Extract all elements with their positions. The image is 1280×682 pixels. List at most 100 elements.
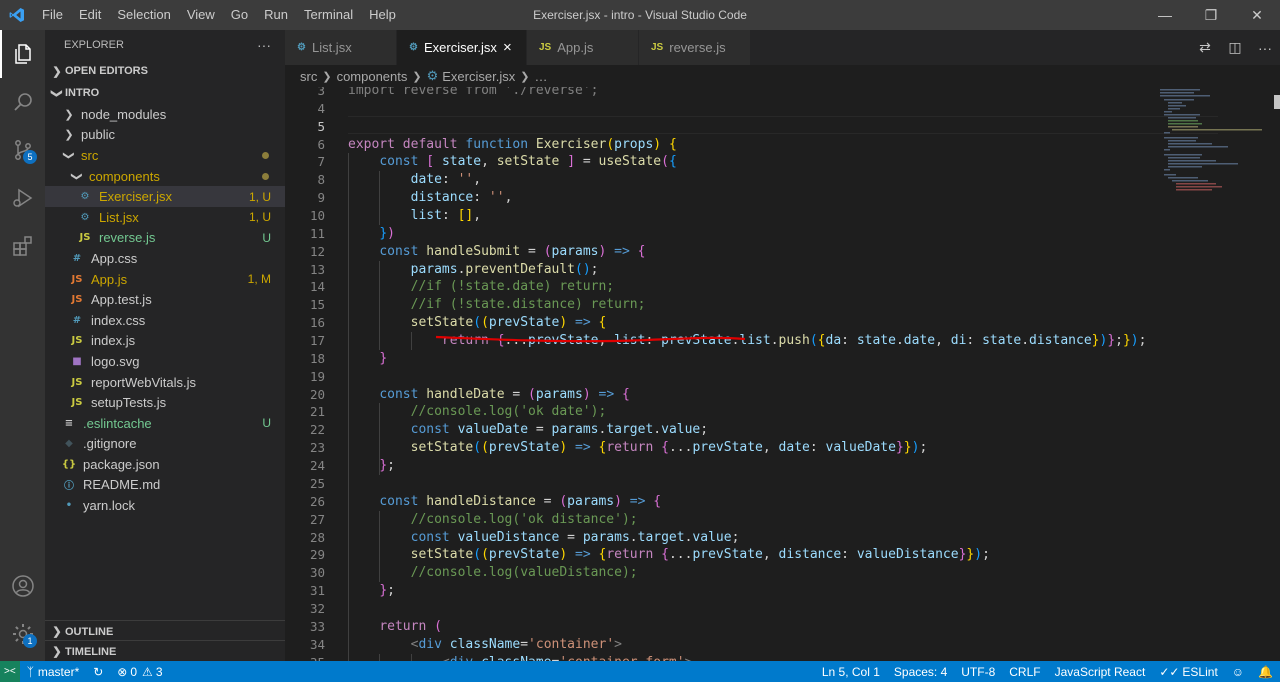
- minimize-icon[interactable]: —: [1142, 0, 1188, 30]
- yarn-file-icon: •: [65, 500, 73, 512]
- file-item[interactable]: ◆ .gitignore: [45, 434, 285, 455]
- folder-item[interactable]: ❯ components: [45, 166, 285, 187]
- file-item[interactable]: ■ logo.svg: [45, 351, 285, 372]
- file-item[interactable]: # index.css: [45, 310, 285, 331]
- react-file-icon: ⚙: [80, 211, 90, 223]
- modified-dot-icon: [262, 172, 269, 180]
- chevron-right-icon: ❯: [412, 70, 422, 83]
- chevron-right-icon: ❯: [322, 70, 332, 83]
- red-underline-annotation: [435, 335, 746, 343]
- problems-indicator[interactable]: ⊗ 0 ⚠ 3: [110, 665, 169, 679]
- javascript-file-icon: JS: [71, 294, 83, 306]
- chevron-down-icon: ❯: [62, 150, 75, 161]
- file-item[interactable]: # App.css: [45, 248, 285, 269]
- settings-badge: 1: [23, 634, 37, 648]
- tab-list-jsx[interactable]: ⚙ List.jsx: [285, 30, 397, 65]
- sync-button[interactable]: ↻: [86, 665, 110, 679]
- breadcrumb-components[interactable]: components: [337, 69, 408, 84]
- open-editors-section[interactable]: ❯ OPEN EDITORS: [45, 60, 285, 82]
- timeline-section[interactable]: ❯ TIMELINE: [45, 640, 285, 662]
- file-item[interactable]: • yarn.lock: [45, 495, 285, 516]
- extensions-icon[interactable]: [0, 222, 45, 270]
- breadcrumb-symbol[interactable]: …: [534, 69, 547, 84]
- menu-selection[interactable]: Selection: [109, 0, 178, 30]
- source-control-icon[interactable]: 5: [0, 126, 45, 174]
- search-icon[interactable]: [0, 78, 45, 126]
- file-item[interactable]: {} package.json: [45, 454, 285, 475]
- menu-view[interactable]: View: [179, 0, 223, 30]
- tab-app-js[interactable]: JS App.js: [527, 30, 639, 65]
- file-name: List.jsx: [99, 209, 139, 225]
- file-name: index.js: [91, 333, 136, 349]
- explorer-icon[interactable]: [0, 30, 45, 78]
- tab-exerciser-jsx[interactable]: ⚙ Exerciser.jsx ×: [397, 30, 527, 65]
- menu-bar: File Edit Selection View Go Run Terminal Help: [34, 0, 404, 30]
- account-icon[interactable]: [0, 562, 45, 610]
- notifications-icon[interactable]: 🔔: [1251, 665, 1280, 679]
- eslint-status[interactable]: ✓✓ ESLint: [1152, 665, 1224, 679]
- window-title: Exerciser.jsx - intro - Visual Studio Co…: [533, 8, 747, 22]
- vscode-logo-icon: [0, 0, 34, 30]
- menu-go[interactable]: Go: [223, 0, 256, 30]
- info-file-icon: ⓘ: [64, 481, 74, 493]
- git-branch-icon: ᛉ: [26, 664, 34, 679]
- minimap[interactable]: [1160, 87, 1266, 197]
- file-item[interactable]: ⓘ README.md: [45, 475, 285, 496]
- modified-dot-icon: [262, 151, 269, 159]
- folder-item[interactable]: ❯ src: [45, 145, 285, 166]
- scrollbar-thumb[interactable]: [1274, 95, 1280, 109]
- indentation[interactable]: Spaces: 4: [887, 665, 954, 679]
- end-of-line[interactable]: CRLF: [1002, 665, 1047, 679]
- git-branch[interactable]: ᛉ master*: [20, 665, 87, 679]
- file-name: reverse.js: [99, 230, 156, 246]
- remote-indicator[interactable]: ><: [0, 661, 20, 682]
- file-item[interactable]: JS reverse.js U: [45, 228, 285, 249]
- more-actions-icon[interactable]: ···: [257, 37, 271, 53]
- chevron-right-icon: ❯: [52, 646, 62, 658]
- breadcrumb-file[interactable]: Exerciser.jsx: [442, 69, 515, 84]
- menu-edit[interactable]: Edit: [71, 0, 109, 30]
- restore-icon[interactable]: ❐: [1188, 0, 1234, 30]
- menu-help[interactable]: Help: [361, 0, 404, 30]
- encoding[interactable]: UTF-8: [954, 665, 1002, 679]
- compare-changes-icon[interactable]: ⇄: [1190, 39, 1220, 56]
- file-item[interactable]: JS App.js 1, M: [45, 269, 285, 290]
- chevron-down-icon: ❯: [70, 171, 83, 181]
- file-item[interactable]: JS index.js: [45, 331, 285, 352]
- file-item[interactable]: JS setupTests.js: [45, 392, 285, 413]
- feedback-icon[interactable]: ☺: [1225, 665, 1251, 679]
- menu-terminal[interactable]: Terminal: [296, 0, 361, 30]
- settings-gear-icon[interactable]: 1: [0, 610, 45, 658]
- file-item[interactable]: ≡ .eslintcache U: [45, 413, 285, 434]
- tab-reverse-js[interactable]: JS reverse.js: [639, 30, 751, 65]
- file-item[interactable]: JS App.test.js: [45, 289, 285, 310]
- menu-run[interactable]: Run: [256, 0, 296, 30]
- cursor-position[interactable]: Ln 5, Col 1: [815, 665, 887, 679]
- git-status: 1, U: [248, 210, 271, 225]
- workspace-root[interactable]: ❯ INTRO: [45, 82, 285, 104]
- close-tab-icon[interactable]: ×: [503, 39, 512, 56]
- language-mode[interactable]: JavaScript React: [1048, 665, 1153, 679]
- file-item[interactable]: ⚙ List.jsx 1, U: [45, 207, 285, 228]
- menu-file[interactable]: File: [34, 0, 71, 30]
- close-window-icon[interactable]: ✕: [1234, 0, 1280, 30]
- file-name: App.js: [91, 271, 128, 287]
- git-status: 1, M: [247, 272, 271, 287]
- folder-item[interactable]: ❯ public: [45, 125, 285, 146]
- folder-item[interactable]: ❯ node_modules: [45, 104, 285, 125]
- outline-section[interactable]: ❯ OUTLINE: [45, 620, 285, 642]
- more-actions-icon[interactable]: ···: [1250, 40, 1280, 56]
- remote-icon: ><: [4, 666, 16, 677]
- file-item[interactable]: ⚙ Exerciser.jsx 1, U: [45, 186, 285, 207]
- file-name: reportWebVitals.js: [91, 374, 197, 390]
- split-editor-icon[interactable]: ◫: [1220, 39, 1250, 56]
- file-name: README.md: [83, 477, 161, 493]
- run-debug-icon[interactable]: [0, 174, 45, 222]
- file-name: yarn.lock: [83, 498, 136, 514]
- file-name: .gitignore: [83, 436, 137, 452]
- title-bar: File Edit Selection View Go Run Terminal Help E…: [0, 0, 1280, 30]
- code-editor[interactable]: 3 4 5 6 7 8 9 10 11 12 13 14 15 16 17 18 19 20 21 22 23 24 25 2…: [285, 87, 1280, 661]
- javascript-file-icon: JS: [651, 42, 664, 53]
- breadcrumb-src[interactable]: src: [300, 69, 317, 84]
- file-item[interactable]: JS reportWebVitals.js: [45, 372, 285, 393]
